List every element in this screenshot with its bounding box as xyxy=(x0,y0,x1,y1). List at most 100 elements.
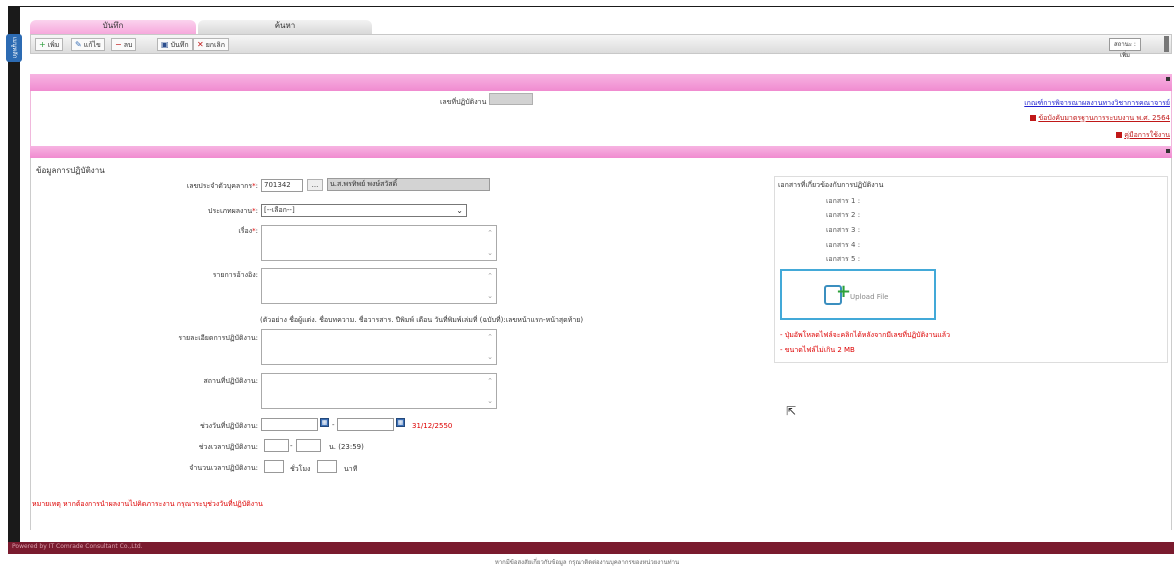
scroll-down-icon[interactable]: ⌄ xyxy=(486,353,494,361)
plus-icon: + xyxy=(836,281,852,302)
toolbar: + เพิ่ม ✎ แก้ไข − ลบ ▣ บันทึก ✕ ยกเลิก สถานะ … xyxy=(30,34,1172,59)
work-type-label-text: ประเภทผลงาน xyxy=(208,207,253,215)
pdf-icon xyxy=(1030,115,1037,121)
cancel-button[interactable]: ✕ ยกเลิก xyxy=(193,38,229,51)
documents-title: เอกสารที่เกี่ยวข้องกับการปฏิบัติงาน xyxy=(778,181,884,189)
lookup-button[interactable]: ... xyxy=(307,179,323,191)
add-label: เพิ่ม xyxy=(47,41,60,49)
subject-label-text: เรื่อง xyxy=(238,227,253,235)
collapse-icon[interactable] xyxy=(1166,77,1170,81)
reference-label-text: รายการอ้างอิง xyxy=(212,271,256,279)
bottom-note: หมายเหตุ หากต้องการนำผลงานไปคิดภาระงาน ก… xyxy=(32,500,263,508)
section-header-bar-2 xyxy=(30,146,1172,158)
colon: : xyxy=(255,464,258,472)
regulation-link[interactable]: ข้อบังคับมาตรฐานการระบบงาน พ.ศ. 2564 xyxy=(1030,113,1170,124)
pdf-icon xyxy=(1116,132,1123,138)
scroll-up-icon[interactable]: ⌃ xyxy=(486,333,494,341)
time-separator: - xyxy=(290,442,293,450)
delete-button[interactable]: − ลบ xyxy=(111,38,137,51)
place-textarea[interactable]: ⌃ ⌄ xyxy=(261,373,497,409)
edit-label: แก้ไข xyxy=(83,41,101,49)
scroll-down-icon[interactable]: ⌄ xyxy=(486,292,494,300)
staff-name-field: น.ส.พรทิพย์ พงษ์สวัสดิ์ xyxy=(327,178,490,191)
subject-textarea[interactable]: ⌃ ⌄ xyxy=(261,225,497,261)
edit-button[interactable]: ✎ แก้ไข xyxy=(71,38,105,51)
mouse-cursor-icon: ⇱ xyxy=(786,404,797,418)
powered-by: Powered by IT Comrade Consultant Co.,Ltd… xyxy=(12,543,143,550)
work-type-value: [--เลือก--] xyxy=(264,206,295,214)
start-date-input[interactable] xyxy=(261,418,318,431)
date-separator: - xyxy=(332,421,335,429)
detail-label: รายละเอียดการปฏิบัติงาน: xyxy=(138,333,258,344)
duration-label: จำนวนเวลาปฏิบัติงาน: xyxy=(138,463,258,474)
colon: : xyxy=(255,334,258,342)
time-range-label-text: ช่วงเวลาปฏิบัติงาน xyxy=(198,443,256,451)
doc-no-field xyxy=(489,93,533,105)
staff-id-input[interactable]: 701342 xyxy=(261,179,303,192)
manual-link[interactable]: คู่มือการใช้งาน xyxy=(1116,130,1170,141)
hours-unit: ชั่วโมง xyxy=(290,465,311,473)
work-type-select[interactable]: [--เลือก--] ⌄ xyxy=(261,204,467,217)
staff-id-label-text: เลขประจำตัวบุคลากร xyxy=(186,182,253,190)
hours-input[interactable] xyxy=(264,460,284,473)
tab-search[interactable]: ค้นหา xyxy=(198,20,372,34)
start-time-input[interactable] xyxy=(264,439,289,452)
plus-icon: + xyxy=(39,40,46,49)
colon: : xyxy=(255,377,258,385)
upload-note: - ปุ่มอัพโหลดไฟล์จะคลิกได้หลังจากมีเลขที… xyxy=(780,331,951,339)
doc-no-label: เลขที่ปฏิบัติงาน : xyxy=(440,98,491,106)
document-item: เอกสาร 5 : xyxy=(826,255,861,263)
size-note: - ขนาดไฟล์ไม่เกิน 2 MB xyxy=(780,346,855,354)
end-date-input[interactable] xyxy=(337,418,394,431)
calendar-icon[interactable]: ▦ xyxy=(396,418,405,427)
document-item: เอกสาร 3 : xyxy=(826,226,861,234)
time-unit: น. (23:59) xyxy=(329,443,364,451)
collapse-icon[interactable] xyxy=(1166,149,1170,153)
detail-textarea[interactable]: ⌃ ⌄ xyxy=(261,329,497,365)
scroll-down-icon[interactable]: ⌄ xyxy=(486,249,494,257)
colon: : xyxy=(255,443,258,451)
scroll-up-icon[interactable]: ⌃ xyxy=(486,272,494,280)
date-range-label: ช่วงวันที่ปฏิบัติงาน: xyxy=(138,421,258,432)
side-menu-label: เมนูหลัก xyxy=(11,37,18,59)
reference-textarea[interactable]: ⌃ ⌄ xyxy=(261,268,497,304)
document-item: เอกสาร 2 : xyxy=(826,211,861,219)
section-header-bar xyxy=(30,74,1172,91)
place-label-text: สถานที่ปฏิบัติงาน xyxy=(203,377,256,385)
scroll-down-icon[interactable]: ⌄ xyxy=(486,397,494,405)
scroll-up-icon[interactable]: ⌃ xyxy=(486,377,494,385)
subject-label: เรื่อง*: xyxy=(138,226,258,237)
date-example: 31/12/2550 xyxy=(412,422,453,430)
scroll-handle[interactable] xyxy=(1164,36,1169,52)
manual-link-label: คู่มือการใช้งาน xyxy=(1124,131,1170,139)
minutes-input[interactable] xyxy=(317,460,337,473)
minus-icon: − xyxy=(115,40,122,49)
delete-label: ลบ xyxy=(123,41,133,49)
colon: : xyxy=(255,271,258,279)
duration-label-text: จำนวนเวลาปฏิบัติงาน xyxy=(189,464,256,472)
upload-file-button[interactable]: + Upload File xyxy=(780,269,936,320)
tab-record[interactable]: บันทึก xyxy=(30,20,196,34)
detail-label-text: รายละเอียดการปฏิบัติงาน xyxy=(178,334,256,342)
date-range-label-text: ช่วงวันที่ปฏิบัติงาน xyxy=(199,422,256,430)
minutes-unit: นาที xyxy=(344,465,358,473)
colon: : xyxy=(255,207,258,215)
floppy-icon: ▣ xyxy=(161,40,169,49)
document-item: เอกสาร 4 : xyxy=(826,241,861,249)
scroll-up-icon[interactable]: ⌃ xyxy=(486,229,494,237)
save-button[interactable]: ▣ บันทึก xyxy=(157,38,193,51)
add-button[interactable]: + เพิ่ม xyxy=(35,38,64,51)
end-time-input[interactable] xyxy=(296,439,321,452)
criteria-link[interactable]: เกณฑ์การพิจารณาผลงานทางวิชาการคณาจารย์ xyxy=(1024,98,1170,109)
work-type-label: ประเภทผลงาน*: xyxy=(138,206,258,217)
upload-label: Upload File xyxy=(850,293,889,301)
close-icon: ✕ xyxy=(197,40,204,49)
pencil-icon: ✎ xyxy=(75,40,82,49)
calendar-icon[interactable]: ▦ xyxy=(320,418,329,427)
footer-contact: หากมีข้อสงสัยเกี่ยวกับข้อมูล กรุณาติดต่อ… xyxy=(494,559,680,566)
place-label: สถานที่ปฏิบัติงาน: xyxy=(138,376,258,387)
reference-hint: (ตัวอย่าง ชื่อผู้แต่ง. ชื่อบทความ. ชื่อว… xyxy=(260,316,584,324)
side-menu-tab[interactable]: เมนูหลัก xyxy=(6,34,22,62)
regulation-link-label: ข้อบังคับมาตรฐานการระบบงาน พ.ศ. 2564 xyxy=(1038,114,1170,122)
cancel-label: ยกเลิก xyxy=(205,41,225,49)
